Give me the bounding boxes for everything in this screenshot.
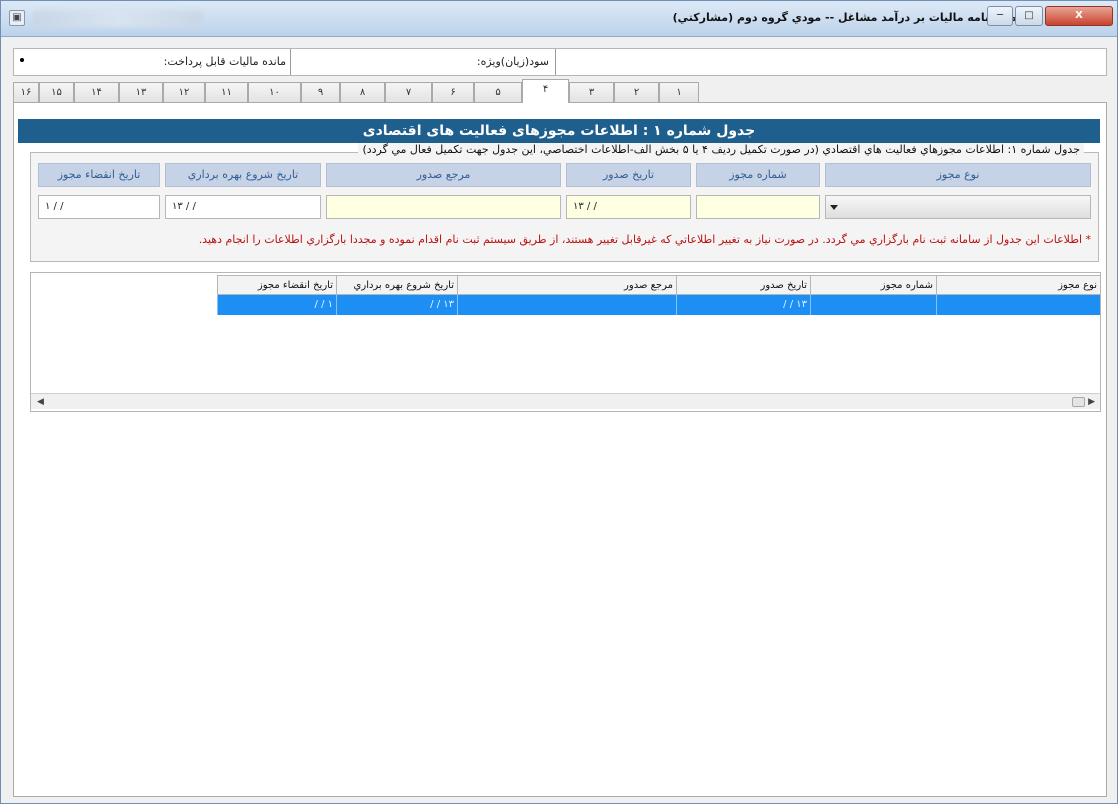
chevron-right-icon[interactable]: ▶ [1088,397,1095,407]
scroll-thumb[interactable] [1072,397,1085,407]
summary-separator [555,49,556,75]
document-icon: ▣ [9,10,25,26]
grid-column-issue-date[interactable]: تاريخ صدور [676,276,810,296]
tab-5[interactable]: ۵ [474,82,522,102]
table-row[interactable]: / / ۱۳ / / ۱۳ / / ۱ [217,295,1100,315]
horizontal-scrollbar[interactable]: ◀ ▶ [31,393,1100,409]
maximize-button[interactable]: □ [1015,6,1043,26]
issuer-input[interactable] [326,195,561,219]
issue-date-header: تاريخ صدور [566,163,691,187]
summary-bar: مانده ماليات قابل پرداخت: سود(زيان)ويژه: [13,48,1107,76]
tab-9[interactable]: ۹ [301,82,340,102]
issuer-header: مرجع صدور [326,163,561,187]
operation-start-date-input[interactable]: ۱۳ / / [165,195,321,219]
window-title: اظهارنامه ماليات بر درآمد مشاغل -- مودي … [672,11,1021,24]
expiry-date-input[interactable]: ۱ / / [38,195,160,219]
bullet-marker [20,58,24,62]
tab-14[interactable]: ۱۴ [74,82,119,102]
tab-10[interactable]: ۱۰ [248,82,301,102]
section-title: جدول شماره ۱ : اطلاعات مجوزهای فعالیت ها… [18,119,1100,143]
grid-column-operation-start[interactable]: تاريخ شروع بهره برداري [336,276,457,296]
row-expiry-date: / / ۱ [217,295,336,315]
main-window: ▣ اظهارنامه ماليات بر درآمد مشاغل -- مود… [0,0,1118,804]
chevron-left-icon[interactable]: ◀ [37,397,44,407]
tab-6[interactable]: ۶ [432,82,474,102]
row-license-number [810,295,936,315]
tab-1[interactable]: ۱ [659,82,699,102]
expiry-date-header: تاريخ انقضاء مجوز [38,163,160,187]
grid-column-expiry-date[interactable]: تاريخ انقضاء مجوز [217,276,336,296]
grid-column-license-type[interactable]: نوع مجوز [936,276,1100,296]
license-number-header: شماره مجوز [696,163,820,187]
blurred-title-area [33,11,203,27]
license-type-header: نوع مجوز [825,163,1091,187]
chevron-down-icon [830,205,838,210]
registration-warning: * اطلاعات اين جدول از سامانه ثبت نام بار… [198,233,1091,246]
row-issuer [457,295,676,315]
grid-column-issuer[interactable]: مرجع صدور [457,276,676,296]
close-button[interactable]: X [1045,6,1113,26]
row-issue-date: / / ۱۳ [676,295,810,315]
tab-3[interactable]: ۳ [569,82,614,102]
tab-15[interactable]: ۱۵ [39,82,74,102]
summary-separator [290,49,291,75]
tab-13[interactable]: ۱۳ [119,82,163,102]
tab-2[interactable]: ۲ [614,82,659,102]
remaining-tax-label: مانده ماليات قابل پرداخت: [163,55,286,68]
row-operation-start: / / ۱۳ [336,295,457,315]
license-type-select[interactable] [825,195,1091,219]
minimize-button[interactable]: ─ [987,6,1013,26]
grid-header-row: نوع مجوز شماره مجوز تاريخ صدور مرجع صدور… [217,275,1100,296]
tab-11[interactable]: ۱۱ [205,82,248,102]
tab-16[interactable]: ۱۶ [13,82,39,102]
tab-7[interactable]: ۷ [385,82,432,102]
profit-label: سود(زيان)ويژه: [476,55,549,68]
group-description: جدول شماره ۱: اطلاعات مجوزهاي فعاليت هاي… [358,143,1084,156]
tab-8[interactable]: ۸ [340,82,385,102]
operation-start-header: تاريخ شروع بهره برداري [165,163,321,187]
tab-strip: ۱۶ ۱۵ ۱۴ ۱۳ ۱۲ ۱۱ ۱۰ ۹ ۸ ۷ ۶ ۵ ۴ ۳ ۲ ۱ [13,79,1107,103]
row-license-type [936,295,1100,315]
tab-12[interactable]: ۱۲ [163,82,205,102]
license-number-input[interactable] [696,195,820,219]
tab-4[interactable]: ۴ [522,79,569,103]
issue-date-input[interactable]: ۱۳ / / [566,195,691,219]
grid-column-license-number[interactable]: شماره مجوز [810,276,936,296]
title-bar: ▣ اظهارنامه ماليات بر درآمد مشاغل -- مود… [1,1,1117,37]
